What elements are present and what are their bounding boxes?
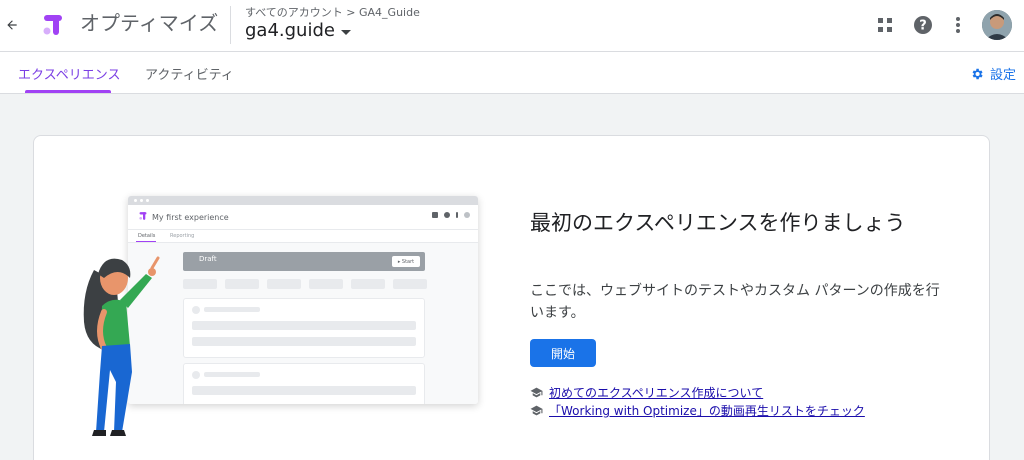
- app-header: オプティマイズ すべてのアカウント > GA4_Guide ga4.guide …: [0, 0, 1024, 52]
- help-link-row: 「Working with Optimize」の動画再生リストをチェック: [530, 402, 865, 419]
- illustration-start-button: ▸ Start: [392, 256, 420, 267]
- illustration-chips: [183, 279, 427, 289]
- illustration-panel: [183, 298, 425, 358]
- header-divider: [230, 6, 231, 44]
- tab-activity[interactable]: アクティビティ: [145, 64, 234, 83]
- settings-label: 設定: [990, 68, 1017, 83]
- illustration-panel: [183, 363, 425, 404]
- tab-bar: エクスペリエンス アクティビティ 設定: [0, 52, 1024, 94]
- start-button[interactable]: 開始: [530, 339, 596, 367]
- school-icon: [530, 387, 543, 398]
- illustration-draft-label: Draft: [199, 255, 217, 263]
- back-arrow-icon[interactable]: [2, 14, 22, 36]
- account-name: ga4.guide: [245, 20, 335, 41]
- account-selector[interactable]: ga4.guide: [245, 20, 351, 41]
- breadcrumb[interactable]: すべてのアカウント > GA4_Guide: [245, 4, 420, 20]
- svg-text:?: ?: [919, 19, 927, 34]
- gear-icon: [972, 68, 983, 79]
- empty-state-headline: 最初のエクスペリエンスを作りましょう: [530, 211, 906, 235]
- illustration-tab-reporting: Reporting: [170, 233, 195, 239]
- illustration-title: My first experience: [152, 213, 229, 222]
- illustration-toolbar-icons: [432, 212, 470, 218]
- illustration-window: My first experience Details Reporting Dr…: [128, 196, 478, 404]
- empty-state-description: ここでは、ウェブサイトのテストやカスタム パターンの作成を行います。: [530, 283, 940, 321]
- settings-button[interactable]: 設定: [970, 64, 1016, 83]
- avatar[interactable]: [982, 10, 1012, 40]
- product-name: オプティマイズ: [80, 11, 219, 35]
- link-first-experience[interactable]: 初めてのエクスペリエンス作成について: [549, 384, 763, 401]
- active-tab-indicator: [25, 90, 111, 93]
- apps-grid-icon[interactable]: [873, 13, 897, 37]
- school-icon: [530, 405, 543, 416]
- illustration-draft-bar: [183, 252, 425, 271]
- chevron-down-icon: [340, 29, 351, 35]
- person-illustration: [83, 256, 160, 436]
- help-icon[interactable]: ?: [911, 13, 935, 37]
- help-link-row: 初めてのエクスペリエンス作成について: [530, 384, 763, 401]
- optimize-logo-icon: [40, 12, 66, 38]
- illustration-titlebar: [128, 196, 478, 205]
- optimize-logo-icon: [139, 212, 147, 220]
- more-vert-icon[interactable]: [946, 13, 970, 37]
- illustration-tab-details: Details: [138, 233, 156, 239]
- link-video-playlist[interactable]: 「Working with Optimize」の動画再生リストをチェック: [549, 402, 865, 419]
- tab-experiences[interactable]: エクスペリエンス: [18, 64, 120, 83]
